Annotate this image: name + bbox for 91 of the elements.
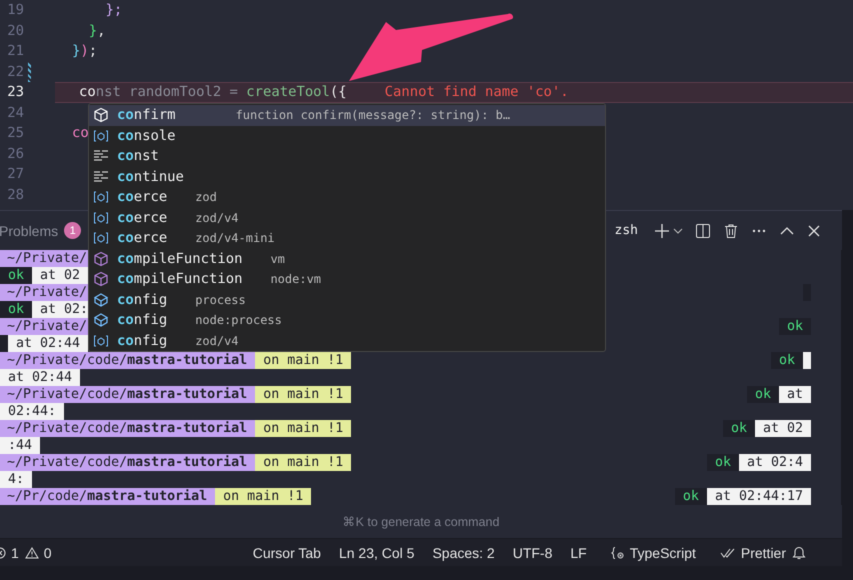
double-check-icon[interactable] [720, 546, 736, 558]
code-token: }; [104, 2, 122, 18]
time-stamp: at [778, 386, 811, 403]
suggestion-item[interactable]: confirm function confirm(message?: string): b… [89, 105, 605, 126]
language-mode[interactable]: TypeScript [630, 544, 696, 560]
prompt-path: ~/Private/code/mastra-tutorial [0, 352, 256, 369]
code-token: ) [80, 43, 89, 60]
prompt-branch: on main !1 [255, 352, 352, 369]
suggestion-item[interactable]: console [89, 126, 605, 146]
prompt-branch: on main !1 [255, 454, 352, 471]
change-marker [28, 62, 31, 82]
box-icon [93, 312, 109, 328]
code-token: } [88, 22, 98, 39]
terminal-name[interactable]: zsh [614, 223, 638, 238]
warning-count[interactable]: 0 [44, 544, 52, 560]
time-stamp: at 02:4 [738, 454, 811, 471]
line-number: 28 [6, 186, 24, 203]
error-count[interactable]: 1 [11, 544, 19, 560]
ok-status: ok [0, 267, 32, 284]
time-stamp: 02:44: [0, 403, 64, 420]
chevron-down-icon[interactable] [673, 226, 683, 236]
ok-status: ok [778, 318, 811, 335]
plus-icon[interactable] [654, 222, 670, 238]
prompt-branch: on main !1 [215, 488, 312, 505]
suggestion-item[interactable]: continue [89, 166, 605, 187]
formatter[interactable]: Prettier [740, 544, 786, 560]
cube-icon [93, 250, 109, 267]
line-number: 25 [6, 125, 24, 142]
warning-icon[interactable] [24, 546, 39, 558]
close-icon[interactable] [807, 224, 821, 238]
prompt-branch: on main !1 [255, 420, 352, 437]
trash-icon[interactable] [723, 222, 739, 238]
line-number: 19 [6, 2, 24, 18]
code-token: nst randomTool2 = [96, 84, 239, 100]
box-icon [93, 292, 109, 308]
status-item[interactable]: Cursor Tab [252, 544, 321, 560]
line-number: 21 [6, 43, 24, 60]
code-token: createTool [246, 84, 330, 100]
time-block [803, 352, 811, 369]
ok-status: ok [746, 386, 779, 403]
prompt-path: ~/Private/code/mastra-tutorial [0, 420, 256, 437]
line-number: 27 [6, 166, 24, 182]
code-token: ({ [330, 84, 347, 100]
time-stamp: at 02:44:17 [706, 488, 811, 505]
ok-status: ok [674, 488, 707, 505]
suggestion-item[interactable]: const [89, 146, 605, 166]
error-message: Cannot find name 'co'. [384, 84, 569, 100]
time-stamp: 4: [0, 471, 32, 488]
time-stamp: at 02:44 [8, 335, 88, 352]
command-hint: ⌘K to generate a command [342, 514, 500, 529]
prompt-path: ~/Private/code/mastra-tutorial [0, 386, 256, 403]
suggestion-item[interactable]: coerce zod [89, 187, 605, 208]
count-badge: 1 [64, 222, 82, 239]
time-stamp: :44 [0, 437, 40, 454]
status-item[interactable]: Spaces: 2 [432, 544, 495, 560]
code-token: co [72, 125, 89, 142]
line-number: 22 [6, 64, 24, 80]
status-item[interactable]: Ln 23, Col 5 [338, 544, 414, 560]
code-token: ; [88, 43, 98, 60]
time-stamp: at 02:44 [0, 369, 80, 386]
code-token: , [97, 22, 106, 39]
problems-tab[interactable]: Problems [0, 222, 58, 238]
suggestion-item[interactable]: coerce zod/v4 [89, 208, 605, 228]
line-number: 20 [6, 22, 24, 39]
variable-icon [93, 230, 109, 246]
status-item[interactable]: LF [570, 544, 587, 560]
ok-status: ok [770, 352, 803, 369]
suggestion-item[interactable]: coerce zod/v4-mini [89, 228, 605, 248]
prompt-branch: on main !1 [255, 386, 352, 403]
prompt-path: ~/Pr/code/mastra-tutorial [0, 488, 216, 505]
prompt-path: ~/Private/code/mastra-tutorial [0, 454, 256, 471]
variable-icon [93, 210, 109, 226]
line-number: 26 [6, 146, 24, 162]
bell-icon[interactable] [792, 545, 806, 560]
ok-status: ok [0, 301, 32, 318]
variable-icon [93, 128, 109, 144]
split-icon[interactable] [695, 222, 711, 238]
status-block [0, 335, 8, 352]
time-stamp: at 02 [754, 420, 811, 437]
code-token: } [72, 43, 80, 60]
line-number: 24 [6, 104, 24, 121]
variable-icon [93, 189, 109, 206]
status-item[interactable]: UTF-8 [512, 544, 552, 560]
cube-icon [93, 107, 109, 124]
time-stamp: at 02 [32, 267, 88, 284]
variable-icon [93, 332, 109, 349]
ok-status: ok [706, 454, 739, 471]
braces-icon[interactable] [610, 546, 625, 560]
cube-icon [93, 271, 109, 288]
ok-status: ok [722, 420, 755, 437]
code-token: co [79, 84, 96, 100]
